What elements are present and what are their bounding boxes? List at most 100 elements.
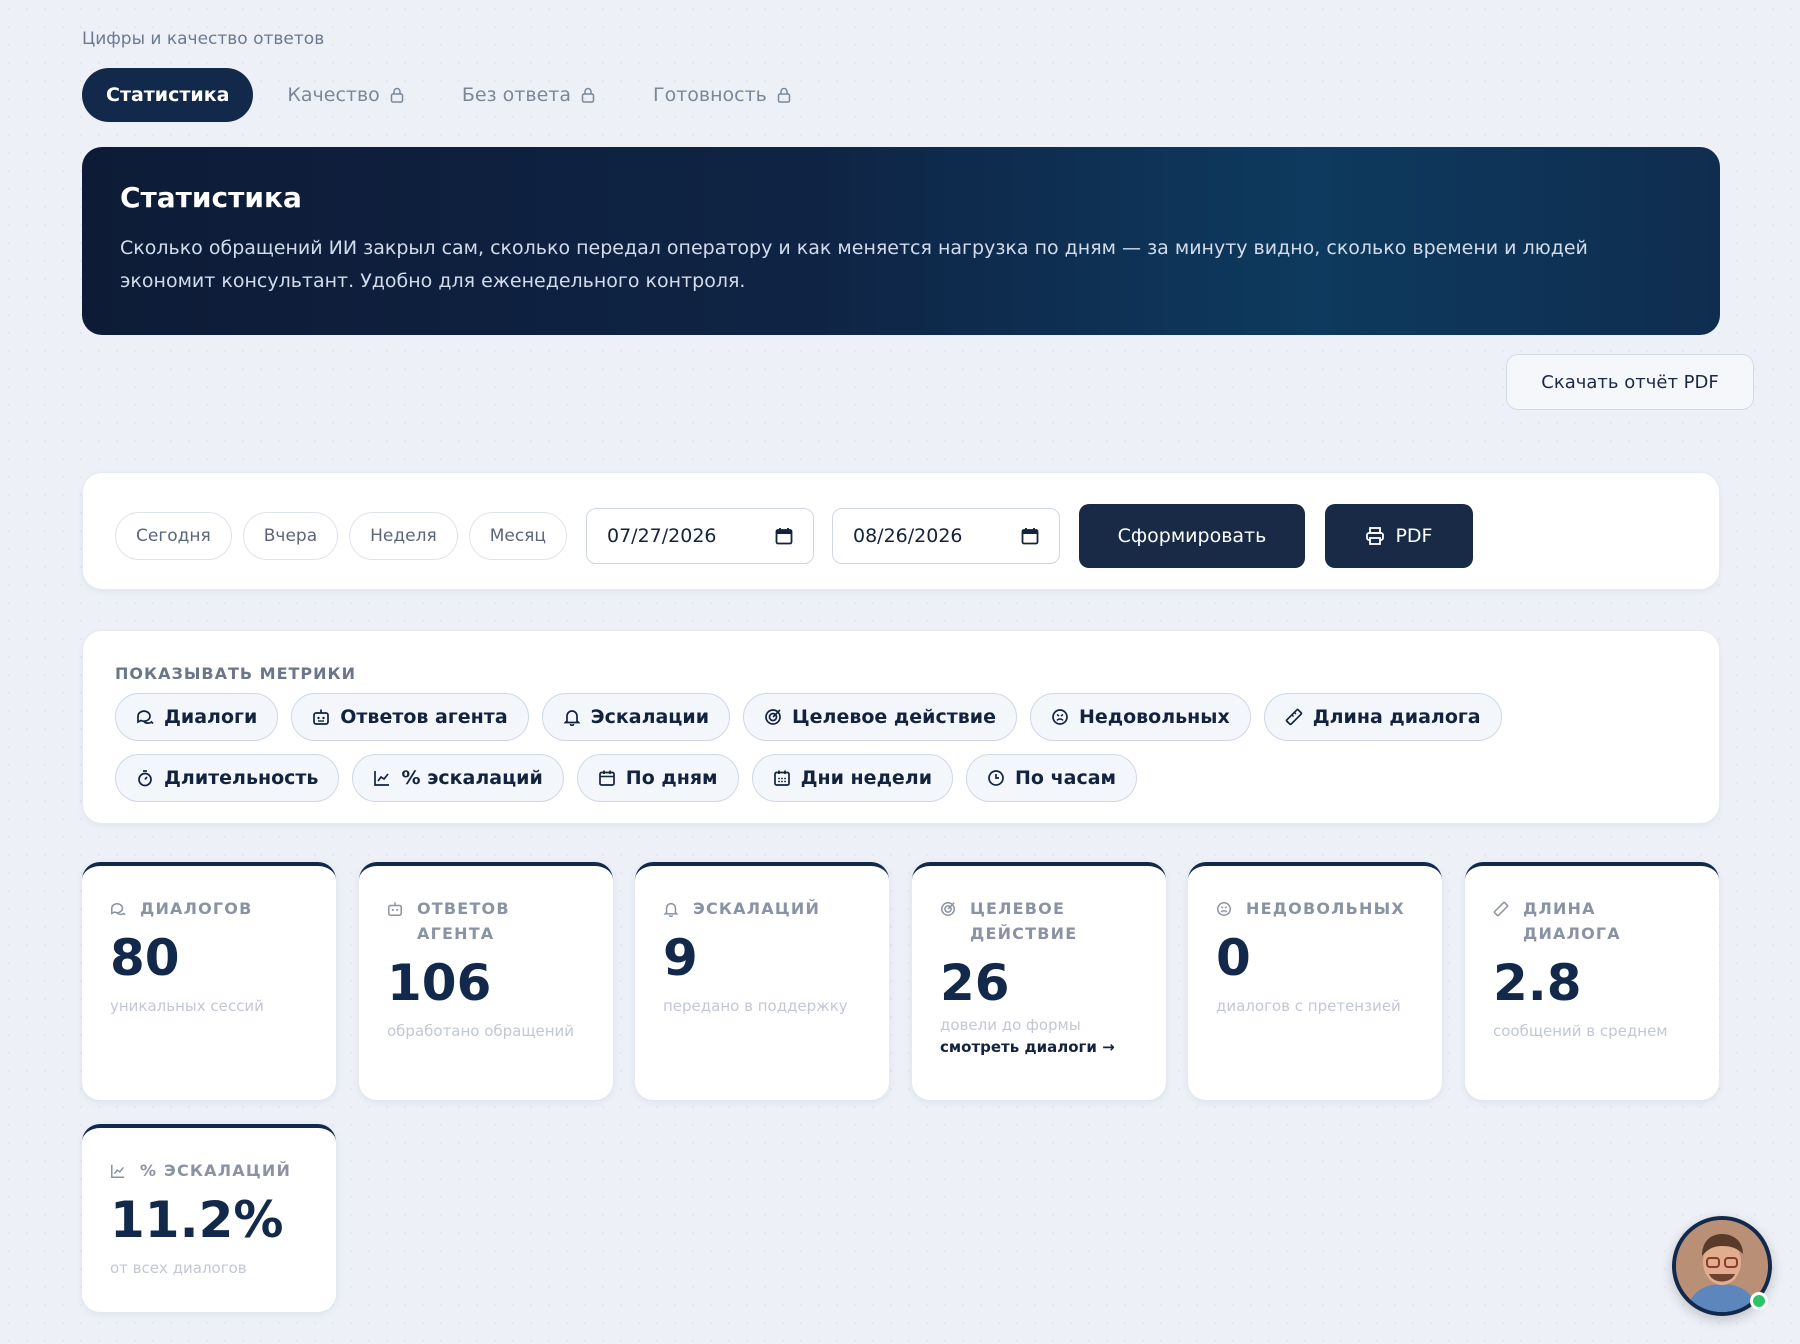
kpi-value: 11.2% [110, 1191, 284, 1249]
preset-month-button[interactable]: Месяц [468, 512, 567, 560]
chip-label: Недовольных [1078, 706, 1230, 728]
hero-title: Статистика [120, 181, 302, 214]
metric-chip-escalation-rate[interactable]: % эскалаций [352, 754, 564, 802]
kpi-title: ЭСКАЛАЦИЙ [693, 899, 821, 918]
lock-icon [581, 87, 595, 103]
kpi-card-target-action: ЦЕЛЕВОЕ ДЕЙСТВИЕ 26 довели до формы смот… [912, 862, 1166, 1100]
date-from-input[interactable]: 07/27/2026 [585, 508, 814, 564]
hero-banner: Статистика Сколько обращений ИИ закрыл с… [82, 147, 1720, 335]
breadcrumb: Цифры и качество ответов [82, 29, 325, 49]
ruler-icon [1285, 708, 1302, 726]
kpi-value: 0 [1216, 929, 1251, 987]
online-status-indicator [1750, 1292, 1768, 1310]
calendar-icon[interactable] [1021, 527, 1039, 545]
tab-label: Готовность [652, 84, 767, 106]
view-dialogs-link[interactable]: смотреть диалоги → [940, 1038, 1138, 1056]
printer-icon [1366, 527, 1385, 545]
kpi-subtitle: уникальных сессий [110, 997, 264, 1015]
kpi-card-dialogs: ДИАЛОГОВ 80 уникальных сессий [82, 862, 336, 1100]
bell-icon [663, 902, 679, 917]
kpi-title: ДИАЛОГОВ [140, 899, 253, 918]
kpi-card-escalation-rate: % ЭСКАЛАЦИЙ 11.2% от всех диалогов [82, 1124, 336, 1312]
trend-icon [111, 1164, 125, 1178]
generate-button[interactable]: Сформировать [1078, 504, 1305, 568]
target-icon [765, 709, 781, 725]
tab-quality[interactable]: Качество [263, 68, 427, 122]
stopwatch-icon [138, 770, 152, 787]
kpi-subtitle: диалогов с претензией [1216, 997, 1401, 1015]
frown-icon [1052, 709, 1068, 725]
filters-panel: Сегодня Вчера Неделя Месяц 07/27/2026 08… [82, 472, 1720, 590]
hero-description: Сколько обращений ИИ закрыл сам, сколько… [120, 237, 1588, 292]
kpi-card-agent-answers: ОТВЕТОВ АГЕНТА 106 обработано обращений [359, 862, 613, 1100]
chip-label: Эскалации [590, 706, 710, 728]
metric-chip-duration[interactable]: Длительность [115, 754, 340, 802]
tab-statistics[interactable]: Статистика [82, 68, 254, 122]
kpi-value: 26 [940, 954, 1010, 1012]
kpi-value: 9 [663, 929, 698, 987]
kpi-subtitle: обработано обращений [387, 1022, 575, 1040]
date-from-value: 07/27/2026 [606, 525, 717, 547]
metric-chip-by-days[interactable]: По дням [576, 754, 739, 802]
target-icon [941, 902, 955, 916]
kpi-subtitle: довели до формы [940, 1016, 1081, 1034]
kpi-title: ДЛИНА ДИАЛОГА [1523, 899, 1621, 943]
metric-chip-weekdays[interactable]: Дни недели [751, 754, 954, 802]
chat-icon [137, 710, 154, 725]
tab-no-answer[interactable]: Без ответа [438, 68, 619, 122]
robot-icon [313, 709, 330, 725]
tab-label: Качество [287, 84, 380, 106]
pdf-button-label: PDF [1395, 525, 1433, 547]
ruler-icon [1493, 901, 1509, 917]
chip-label: Длина диалога [1312, 706, 1481, 728]
frown-icon [1217, 902, 1231, 916]
chip-label: % эскалаций [401, 767, 543, 789]
kpi-value: 2.8 [1493, 954, 1582, 1012]
metric-chip-dialog-length[interactable]: Длина диалога [1263, 693, 1502, 741]
metric-chip-by-hours[interactable]: По часам [966, 754, 1138, 802]
lock-icon [390, 87, 404, 103]
tab-label: Статистика [106, 84, 230, 106]
preset-week-button[interactable]: Неделя [349, 512, 458, 560]
chat-icon [111, 903, 126, 916]
lock-icon [777, 87, 791, 103]
kpi-title: ОТВЕТОВ АГЕНТА [417, 899, 510, 943]
metrics-selector-label: ПОКАЗЫВАТЬ МЕТРИКИ [115, 664, 357, 683]
kpi-card-escalations: ЭСКАЛАЦИЙ 9 передано в поддержку [635, 862, 889, 1100]
chip-label: По дням [625, 767, 718, 789]
kpi-title: % ЭСКАЛАЦИЙ [140, 1161, 292, 1180]
tab-bar: Статистика Качество Без ответа Готовност… [82, 68, 825, 122]
chip-label: Длительность [164, 767, 319, 789]
metric-chip-unhappy[interactable]: Недовольных [1029, 693, 1251, 741]
kpi-subtitle: сообщений в среднем [1493, 1022, 1668, 1040]
kpi-title: ЦЕЛЕВОЕ ДЕЙСТВИЕ [970, 899, 1078, 943]
date-to-value: 08/26/2026 [852, 525, 963, 547]
download-report-pdf-button[interactable]: Скачать отчёт PDF [1506, 354, 1754, 410]
preset-yesterday-button[interactable]: Вчера [242, 512, 339, 560]
chip-label: По часам [1015, 767, 1117, 789]
metrics-selector-panel: ПОКАЗЫВАТЬ МЕТРИКИ Диалоги Ответов агент… [82, 630, 1720, 824]
metric-chip-dialogs[interactable]: Диалоги [115, 693, 279, 741]
kpi-card-dialog-length: ДЛИНА ДИАЛОГА 2.8 сообщений в среднем [1465, 862, 1719, 1100]
calendar-icon[interactable] [775, 527, 793, 545]
metric-chip-agent-answers[interactable]: Ответов агента [291, 693, 529, 741]
chip-label: Дни недели [800, 767, 933, 789]
metric-chip-escalations[interactable]: Эскалации [541, 693, 731, 741]
preset-today-button[interactable]: Сегодня [115, 512, 232, 560]
chip-label: Целевое действие [792, 706, 996, 728]
kpi-value: 80 [110, 929, 180, 987]
metric-chip-target-action[interactable]: Целевое действие [743, 693, 1017, 741]
kpi-card-unhappy: НЕДОВОЛЬНЫХ 0 диалогов с претензией [1188, 862, 1442, 1100]
kpi-subtitle: передано в поддержку [663, 997, 848, 1015]
pdf-button[interactable]: PDF [1324, 504, 1473, 568]
chip-label: Диалоги [164, 706, 258, 728]
tab-readiness[interactable]: Готовность [629, 68, 815, 122]
calendar-icon [598, 770, 615, 786]
kpi-subtitle: от всех диалогов [110, 1259, 247, 1277]
chip-label: Ответов агента [340, 706, 508, 728]
kpi-value: 106 [387, 954, 492, 1012]
robot-icon [388, 902, 402, 916]
assistant-avatar-button[interactable] [1672, 1216, 1772, 1316]
trend-icon [374, 771, 390, 786]
date-to-input[interactable]: 08/26/2026 [831, 508, 1060, 564]
